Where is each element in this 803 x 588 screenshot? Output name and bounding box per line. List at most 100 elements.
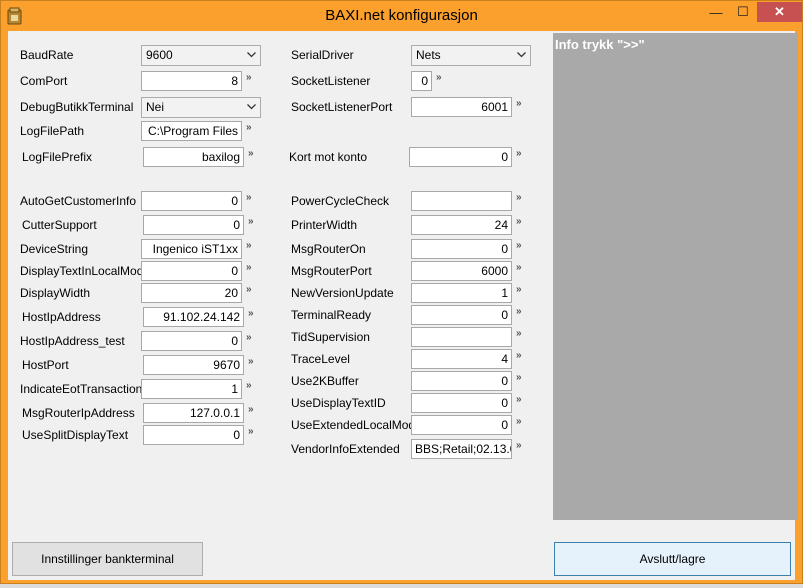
cutter-support-field[interactable]: 0 bbox=[143, 215, 244, 235]
comport-label: ComPort bbox=[20, 74, 68, 88]
client-area: BaudRate 9600 ComPort 8 » DebugButikkTer… bbox=[8, 31, 798, 580]
msg-router-on-info-icon[interactable]: » bbox=[516, 241, 528, 251]
display-width-label: DisplayWidth bbox=[20, 286, 91, 300]
kort-mot-konto-label: Kort mot konto bbox=[289, 150, 368, 164]
host-port-info-icon[interactable]: » bbox=[248, 357, 260, 367]
device-string-label: DeviceString bbox=[20, 242, 89, 256]
terminal-ready-field[interactable]: 0 bbox=[411, 305, 512, 325]
serial-driver-combobox[interactable]: Nets bbox=[411, 45, 531, 66]
socket-listener-port-label: SocketListenerPort bbox=[291, 100, 393, 114]
window-title: BAXI.net konfigurasjon bbox=[325, 7, 478, 24]
use-display-text-id-field[interactable]: 0 bbox=[411, 393, 512, 413]
log-file-path-info-icon[interactable]: » bbox=[246, 123, 258, 133]
tid-supervision-field[interactable] bbox=[411, 327, 512, 347]
new-version-update-field[interactable]: 1 bbox=[411, 283, 512, 303]
use-split-display-text-info-icon[interactable]: » bbox=[248, 427, 260, 437]
exit-save-button[interactable]: Avslutt/lagre bbox=[554, 542, 791, 576]
use-display-text-id-label: UseDisplayTextID bbox=[291, 396, 386, 410]
indicate-eot-transaction-label: IndicateEotTransaction bbox=[20, 382, 143, 396]
kort-mot-konto-info-icon[interactable]: » bbox=[516, 149, 528, 159]
use-display-text-id-info-icon[interactable]: » bbox=[516, 395, 528, 405]
background-strip bbox=[0, 584, 803, 588]
msg-router-on-field[interactable]: 0 bbox=[411, 239, 512, 259]
debug-butikk-terminal-combobox[interactable]: Nei bbox=[141, 97, 261, 118]
msg-router-ip-address-field[interactable]: 127.0.0.1 bbox=[143, 403, 244, 423]
host-ip-address-test-label: HostIpAddress_test bbox=[20, 334, 125, 348]
msg-router-ip-address-label: MsgRouterIpAddress bbox=[22, 406, 135, 420]
trace-level-label: TraceLevel bbox=[291, 352, 350, 366]
auto-get-customer-info-field[interactable]: 0 bbox=[141, 191, 242, 211]
socket-listener-label: SocketListener bbox=[291, 74, 371, 88]
log-file-path-field[interactable]: C:\Program Files bbox=[141, 121, 242, 141]
info-panel: Info trykk ">>" bbox=[553, 33, 798, 520]
baudrate-combobox[interactable]: 9600 bbox=[141, 45, 261, 66]
serial-driver-label: SerialDriver bbox=[291, 48, 354, 62]
log-file-prefix-info-icon[interactable]: » bbox=[248, 149, 260, 159]
maximize-button[interactable]: ☐ bbox=[730, 2, 756, 22]
socket-listener-port-info-icon[interactable]: » bbox=[516, 99, 528, 109]
tid-supervision-info-icon[interactable]: » bbox=[516, 329, 528, 339]
device-string-field[interactable]: Ingenico iST1xx bbox=[141, 239, 242, 259]
socket-listener-field[interactable]: 0 bbox=[411, 71, 432, 91]
msg-router-port-label: MsgRouterPort bbox=[291, 264, 372, 278]
cutter-support-info-icon[interactable]: » bbox=[248, 217, 260, 227]
socket-listener-info-icon[interactable]: » bbox=[436, 73, 448, 83]
host-ip-address-test-info-icon[interactable]: » bbox=[246, 333, 258, 343]
host-ip-address-label: HostIpAddress bbox=[22, 310, 101, 324]
device-string-info-icon[interactable]: » bbox=[246, 241, 258, 251]
printer-width-label: PrinterWidth bbox=[291, 218, 358, 232]
baudrate-label: BaudRate bbox=[20, 48, 74, 62]
terminal-ready-info-icon[interactable]: » bbox=[516, 307, 528, 317]
use-2k-buffer-info-icon[interactable]: » bbox=[516, 373, 528, 383]
debug-butikk-terminal-label: DebugButikkTerminal bbox=[20, 100, 134, 114]
indicate-eot-transaction-field[interactable]: 1 bbox=[141, 379, 242, 399]
auto-get-customer-info-info-icon[interactable]: » bbox=[246, 193, 258, 203]
auto-get-customer-info-label: AutoGetCustomerInfo bbox=[20, 194, 137, 208]
host-ip-address-field[interactable]: 91.102.24.142 bbox=[143, 307, 244, 327]
vendor-info-extended-field[interactable]: BBS;Retail;02.13.0 bbox=[411, 439, 512, 459]
host-port-label: HostPort bbox=[22, 358, 69, 372]
log-file-prefix-field[interactable]: baxilog bbox=[143, 147, 244, 167]
socket-listener-port-field[interactable]: 6001 bbox=[411, 97, 512, 117]
info-panel-text: Info trykk ">>" bbox=[555, 37, 645, 52]
display-width-info-icon[interactable]: » bbox=[246, 285, 258, 295]
msg-router-port-field[interactable]: 6000 bbox=[411, 261, 512, 281]
close-button[interactable]: ✕ bbox=[757, 2, 802, 22]
msg-router-port-info-icon[interactable]: » bbox=[516, 263, 528, 273]
display-text-in-local-mode-field[interactable]: 0 bbox=[141, 261, 242, 281]
power-cycle-check-info-icon[interactable]: » bbox=[516, 193, 528, 203]
new-version-update-label: NewVersionUpdate bbox=[291, 286, 394, 300]
host-port-field[interactable]: 9670 bbox=[143, 355, 244, 375]
trace-level-field[interactable]: 4 bbox=[411, 349, 512, 369]
minimize-button[interactable]: — bbox=[703, 2, 729, 22]
comport-field[interactable]: 8 bbox=[141, 71, 242, 91]
use-extended-local-mode-field[interactable]: 0 bbox=[411, 415, 512, 435]
trace-level-info-icon[interactable]: » bbox=[516, 351, 528, 361]
vendor-info-extended-label: VendorInfoExtended bbox=[291, 442, 400, 456]
use-2k-buffer-field[interactable]: 0 bbox=[411, 371, 512, 391]
log-file-path-label: LogFilePath bbox=[20, 124, 85, 138]
terminal-ready-label: TerminalReady bbox=[291, 308, 372, 322]
power-cycle-check-label: PowerCycleCheck bbox=[291, 194, 390, 208]
printer-width-info-icon[interactable]: » bbox=[516, 217, 528, 227]
display-text-in-local-mode-info-icon[interactable]: » bbox=[246, 263, 258, 273]
use-split-display-text-field[interactable]: 0 bbox=[143, 425, 244, 445]
comport-info-icon[interactable]: » bbox=[246, 73, 258, 83]
bank-terminal-settings-button[interactable]: Innstillinger bankterminal bbox=[12, 542, 203, 576]
indicate-eot-transaction-info-icon[interactable]: » bbox=[246, 381, 258, 391]
display-width-field[interactable]: 20 bbox=[141, 283, 242, 303]
use-2k-buffer-label: Use2KBuffer bbox=[291, 374, 359, 388]
use-extended-local-mode-info-icon[interactable]: » bbox=[516, 417, 528, 427]
kort-mot-konto-field[interactable]: 0 bbox=[409, 147, 512, 167]
new-version-update-info-icon[interactable]: » bbox=[516, 285, 528, 295]
host-ip-address-test-field[interactable]: 0 bbox=[141, 331, 242, 351]
host-ip-address-info-icon[interactable]: » bbox=[248, 309, 260, 319]
vendor-info-extended-info-icon[interactable]: » bbox=[516, 441, 528, 451]
printer-width-field[interactable]: 24 bbox=[411, 215, 512, 235]
title-bar[interactable]: BAXI.net konfigurasjon — ☐ ✕ bbox=[1, 1, 802, 31]
use-split-display-text-label: UseSplitDisplayText bbox=[22, 428, 129, 442]
msg-router-ip-address-info-icon[interactable]: » bbox=[248, 405, 260, 415]
tid-supervision-label: TidSupervision bbox=[291, 330, 370, 344]
baudrate-value: 9600 bbox=[146, 48, 173, 62]
power-cycle-check-field[interactable] bbox=[411, 191, 512, 211]
